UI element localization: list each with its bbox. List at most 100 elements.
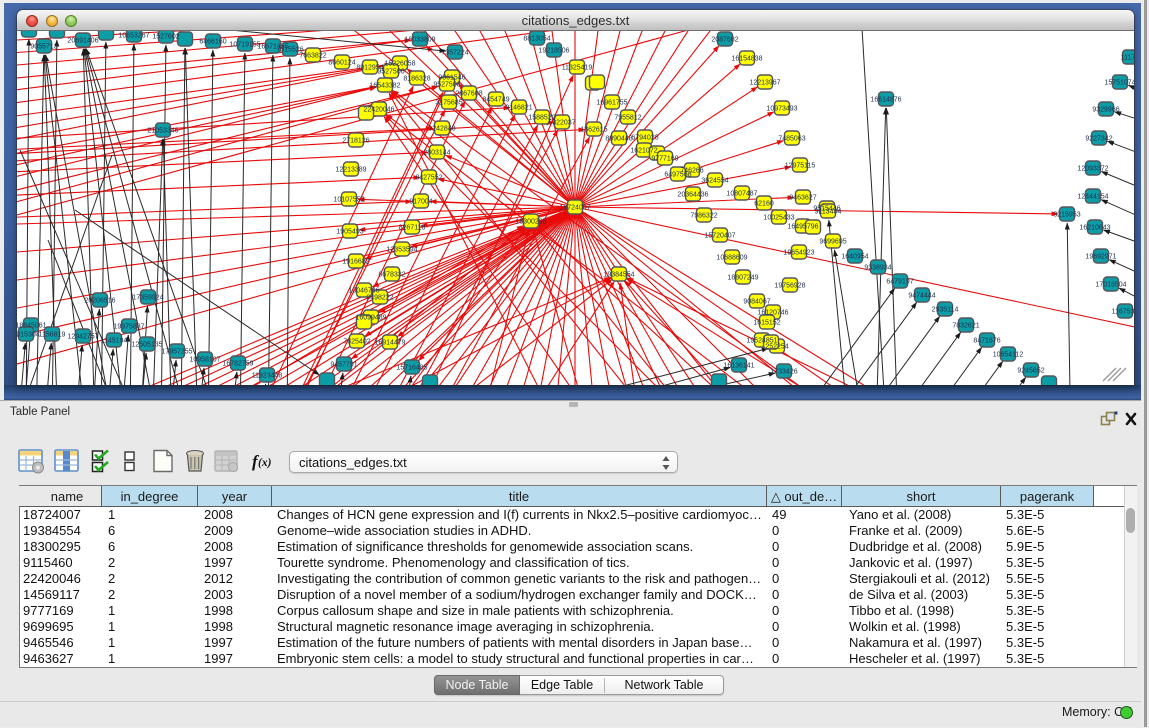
svg-text:6497568: 6497568	[664, 172, 691, 179]
svg-text:9777169: 9777169	[651, 156, 678, 163]
svg-text:12213389: 12213389	[335, 167, 366, 174]
svg-text:16614876: 16614876	[870, 97, 901, 104]
svg-text:9861546: 9861546	[438, 75, 465, 82]
svg-text:19654923: 19654923	[783, 250, 814, 257]
svg-text:12942757: 12942757	[67, 334, 98, 341]
svg-text:3915304: 3915304	[17, 332, 40, 339]
svg-text:16495796: 16495796	[787, 224, 818, 231]
svg-text:1145194: 1145194	[101, 338, 128, 345]
svg-text:8186328: 8186328	[403, 76, 430, 83]
svg-text:9242848: 9242848	[428, 126, 455, 133]
svg-text:6466160: 6466160	[199, 39, 226, 46]
svg-text:20206516: 20206516	[84, 298, 115, 305]
svg-text:9463627: 9463627	[789, 195, 816, 202]
svg-text:9245652: 9245652	[1017, 368, 1044, 375]
svg-text:1905493: 1905493	[336, 229, 363, 236]
svg-text:6479197: 6479197	[886, 279, 913, 286]
svg-text:8471676: 8471676	[973, 338, 1000, 345]
svg-text:16914479: 16914479	[374, 340, 405, 347]
svg-text:10107552: 10107552	[333, 197, 364, 204]
svg-text:8454749: 8454749	[482, 97, 509, 104]
svg-text:15751074: 15751074	[1104, 80, 1134, 87]
svg-text:19756928: 19756928	[774, 283, 805, 290]
svg-text:18807249: 18807249	[727, 275, 758, 282]
svg-text:12093372: 12093372	[1077, 166, 1108, 173]
svg-text:15720407: 15720407	[704, 233, 735, 240]
svg-text:16033809: 16033809	[404, 37, 435, 44]
svg-text:17957255: 17957255	[161, 349, 192, 356]
svg-text:1640954: 1640954	[841, 254, 868, 261]
svg-text:10973493: 10973493	[766, 106, 797, 113]
svg-text:2087682: 2087682	[711, 37, 738, 44]
svg-text:1527602: 1527602	[152, 34, 179, 41]
svg-text:9699695: 9699695	[819, 239, 846, 246]
svg-text:17359924: 17359924	[132, 295, 163, 302]
svg-text:8427552: 8427552	[415, 175, 442, 182]
svg-text:15716485: 15716485	[396, 365, 427, 372]
svg-text:16154838: 16154838	[731, 56, 762, 63]
svg-text:12505135: 12505135	[131, 342, 162, 349]
svg-text:2718126: 2718126	[342, 138, 369, 145]
svg-text:11325419: 11325419	[562, 65, 593, 72]
svg-text:8267110: 8267110	[399, 225, 426, 232]
svg-text:9227342: 9227342	[1085, 136, 1112, 143]
svg-text:10719155: 10719155	[229, 42, 260, 49]
svg-text:19218506: 19218506	[538, 48, 569, 55]
svg-text:19975887: 19975887	[113, 324, 144, 331]
svg-text:12213967: 12213967	[749, 80, 780, 87]
svg-text:7485063: 7485063	[778, 136, 805, 143]
svg-text:9527508: 9527508	[433, 82, 460, 89]
svg-text:16099489: 16099489	[355, 315, 386, 322]
svg-text:7986322: 7986322	[690, 213, 717, 220]
svg-text:9498222: 9498222	[366, 295, 393, 302]
svg-text:1733426: 1733426	[770, 369, 797, 376]
svg-text:10653267: 10653267	[118, 33, 149, 40]
svg-text:2935114: 2935114	[932, 307, 959, 314]
svg-text:11923448: 11923448	[252, 373, 283, 380]
svg-text:62160: 62160	[754, 201, 774, 208]
svg-text:1362615: 1362615	[580, 127, 607, 134]
svg-text:8813054: 8813054	[523, 36, 550, 43]
svg-text:7625402: 7625402	[343, 339, 370, 346]
svg-text:16543382: 16543382	[369, 83, 400, 90]
svg-text:8990448: 8990448	[605, 136, 632, 143]
svg-text:16136141: 16136141	[723, 363, 754, 370]
svg-text:9113404: 9113404	[815, 209, 842, 216]
svg-text:20691406: 20691406	[67, 38, 98, 45]
svg-text:3215953: 3215953	[1053, 212, 1080, 219]
svg-text:10807487: 10807487	[726, 191, 757, 198]
svg-text:16210643: 16210643	[1079, 225, 1110, 232]
svg-text:1167533: 1167533	[1112, 309, 1134, 316]
svg-text:12353594: 12353594	[386, 247, 417, 254]
svg-text:(x): (x)	[258, 457, 272, 469]
svg-text:12444154: 12444154	[1077, 194, 1108, 201]
svg-text:10025433: 10025433	[763, 215, 794, 222]
svg-text:21053346: 21053346	[147, 128, 178, 135]
svg-text:20364436: 20364436	[677, 192, 708, 199]
svg-text:9055713: 9055713	[30, 44, 57, 51]
svg-text:12975115: 12975115	[785, 163, 816, 170]
svg-text:7357224: 7357224	[441, 50, 468, 57]
svg-text:2867608: 2867608	[455, 91, 482, 98]
svg-text:3175685: 3175685	[435, 100, 462, 107]
svg-text:917004: 917004	[409, 199, 432, 206]
svg-text:7832621: 7832621	[952, 323, 979, 330]
svg-text:7955812: 7955812	[614, 115, 641, 122]
svg-text:1916682: 1916682	[342, 259, 369, 266]
svg-text:17016504: 17016504	[1095, 282, 1126, 289]
svg-text:3624554: 3624554	[701, 178, 728, 185]
svg-text:9329966: 9329966	[1092, 107, 1119, 114]
svg-text:9146821: 9146821	[505, 105, 532, 112]
svg-text:6794028: 6794028	[631, 135, 658, 142]
svg-text:8678332: 8678332	[378, 272, 405, 279]
svg-text:10654112: 10654112	[993, 352, 1024, 359]
svg-text:7663822: 7663822	[299, 53, 326, 60]
svg-text:9084067: 9084067	[743, 299, 770, 306]
svg-text:16961755: 16961755	[596, 100, 627, 107]
svg-text:22420046: 22420046	[363, 107, 394, 114]
svg-text:16782759: 16782759	[222, 361, 253, 368]
svg-text:11172: 11172	[1121, 55, 1134, 62]
svg-text:10958107: 10958107	[189, 357, 220, 364]
svg-text:2803144: 2803144	[423, 150, 450, 157]
svg-text:9457791: 9457791	[330, 362, 357, 369]
